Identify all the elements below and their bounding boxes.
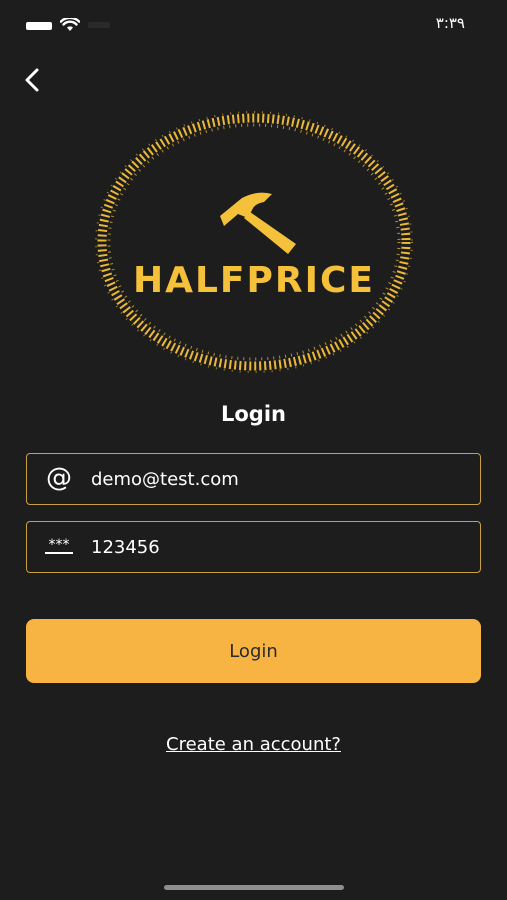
- login-button[interactable]: Login: [26, 619, 481, 683]
- status-icons: [26, 18, 110, 32]
- logo-graphic: HALFPRICE: [95, 111, 413, 373]
- hammer-icon: [220, 192, 296, 254]
- password-field[interactable]: [91, 522, 480, 572]
- home-indicator: [164, 885, 344, 890]
- status-time: ٣:٣٩: [435, 14, 465, 32]
- chevron-left-icon: [25, 68, 39, 92]
- password-field-container: ***: [26, 521, 481, 573]
- email-field-container: @: [26, 453, 481, 505]
- logo-brand-name: HALFPRICE: [133, 260, 375, 301]
- email-field[interactable]: [91, 454, 480, 504]
- password-dots-icon: ***: [27, 522, 91, 572]
- status-bar: ٣:٣٩: [0, 0, 507, 50]
- create-account-link[interactable]: Create an account?: [0, 734, 507, 755]
- svg-text:***: ***: [49, 537, 70, 553]
- wifi-icon: [60, 18, 80, 31]
- page-title: Login: [221, 402, 286, 426]
- battery-icon: [88, 22, 110, 28]
- back-button[interactable]: [14, 62, 50, 98]
- at-icon: @: [46, 463, 72, 493]
- halfprice-logo: HALFPRICE: [92, 108, 416, 378]
- signal-icon: [26, 22, 52, 30]
